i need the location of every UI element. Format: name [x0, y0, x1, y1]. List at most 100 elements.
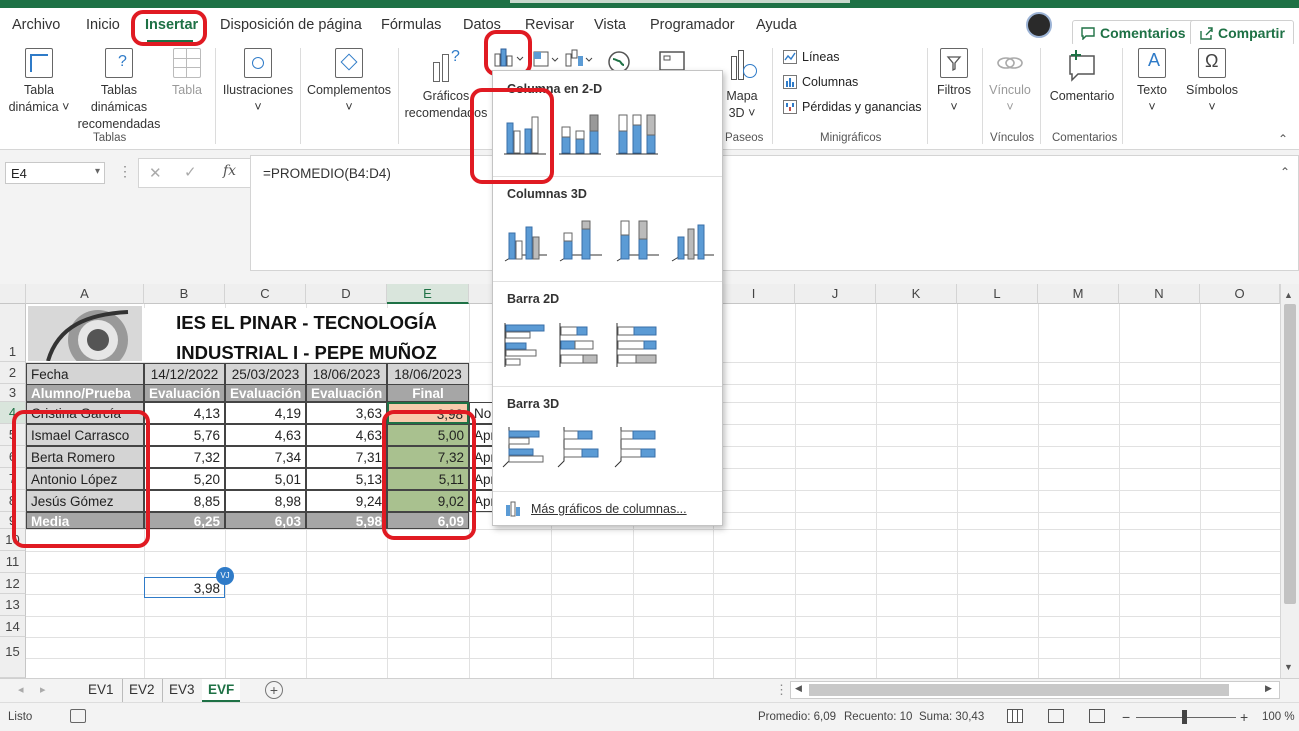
avatar[interactable]	[1026, 12, 1052, 38]
page-layout-icon[interactable]	[1048, 709, 1064, 723]
column-header[interactable]: A	[26, 284, 144, 304]
omega-icon: Ω	[1198, 48, 1226, 78]
3d-clustered-column-icon[interactable]	[501, 215, 549, 263]
3d-stacked-100-column-icon[interactable]	[613, 215, 661, 263]
cancel-icon[interactable]: ✕	[149, 164, 162, 182]
column-header[interactable]: O	[1200, 284, 1280, 304]
stacked-column-icon[interactable]	[556, 109, 604, 157]
tab-disposicion[interactable]: Disposición de página	[220, 17, 362, 33]
scroll-up-icon[interactable]: ▲	[1284, 290, 1293, 300]
tab-revisar[interactable]: Revisar	[525, 17, 574, 33]
clustered-bar-icon[interactable]	[501, 321, 549, 369]
3d-map-button[interactable]: Mapa 3D ˅	[722, 48, 762, 122]
formula-input[interactable]	[250, 155, 1299, 271]
sparkline-lines-button[interactable]: Líneas	[783, 50, 840, 64]
collapse-ribbon-icon[interactable]: ⌃	[1278, 132, 1288, 146]
add-sheet-icon[interactable]: +	[265, 681, 283, 699]
sparkline-winloss-button[interactable]: Pérdidas y ganancias	[783, 100, 922, 114]
3d-stacked-column-icon[interactable]	[556, 215, 604, 263]
table-button[interactable]: Tabla	[166, 48, 208, 99]
zoom-slider-thumb[interactable]	[1182, 710, 1187, 724]
page-break-icon[interactable]	[1089, 709, 1105, 723]
column-header[interactable]: N	[1119, 284, 1200, 304]
tab-vista[interactable]: Vista	[594, 17, 626, 33]
column-header[interactable]: C	[225, 284, 306, 304]
column-header[interactable]: J	[795, 284, 876, 304]
row-header[interactable]: 15	[0, 637, 26, 678]
maps-button[interactable]	[606, 50, 632, 73]
row-header[interactable]: 12	[0, 573, 26, 594]
next-sheet-icon[interactable]: ▸	[40, 683, 46, 696]
accessibility-icon[interactable]	[70, 709, 86, 723]
scroll-down-icon[interactable]: ▼	[1284, 662, 1293, 672]
column-header[interactable]: L	[957, 284, 1038, 304]
fecha-label: Fecha	[26, 363, 144, 386]
text-button[interactable]: A Texto ˅	[1130, 48, 1174, 116]
sheet-tab-ev3[interactable]: EV3	[162, 679, 201, 702]
stacked-100-bar-icon[interactable]	[613, 321, 661, 369]
enter-icon[interactable]: ✓	[184, 163, 197, 181]
prev-sheet-icon[interactable]: ◂	[18, 683, 24, 696]
comment-insert-button[interactable]: Comentario	[1046, 48, 1118, 105]
column-header[interactable]: I	[713, 284, 795, 304]
zoom-out-icon[interactable]: −	[1122, 709, 1130, 725]
recommended-pivot-button[interactable]: ? Tablas dinámicas recomendadas	[72, 48, 166, 133]
name-box[interactable]: E4 ▾	[5, 162, 105, 184]
column-header[interactable]: M	[1038, 284, 1119, 304]
hierarchy-chart-button[interactable]	[532, 48, 562, 70]
tab-ayuda[interactable]: Ayuda	[756, 17, 797, 33]
splitter-icon[interactable]: ⋮	[775, 682, 788, 698]
3d-stacked-bar-icon[interactable]	[556, 423, 604, 471]
column-header[interactable]: D	[306, 284, 387, 304]
row-header[interactable]: 11	[0, 551, 26, 573]
stacked-100-column-icon[interactable]	[613, 109, 661, 157]
row-header[interactable]: 14	[0, 616, 26, 637]
3d-column-icon[interactable]	[668, 215, 716, 263]
sheet-tab-evf[interactable]: EVF	[202, 679, 241, 702]
tab-archivo[interactable]: Archivo	[12, 17, 60, 33]
row-header[interactable]: 2	[0, 362, 26, 384]
collapse-formula-icon[interactable]: ⌃	[1280, 165, 1290, 179]
share-button[interactable]: Compartir	[1190, 20, 1294, 46]
stacked-bar-icon[interactable]	[556, 321, 604, 369]
column-header[interactable]: K	[876, 284, 957, 304]
insert-function-icon[interactable]: fx	[223, 163, 236, 179]
row-header[interactable]: 13	[0, 594, 26, 616]
zoom-in-icon[interactable]: +	[1240, 709, 1248, 725]
b11-cell[interactable]: 3,98	[144, 577, 225, 598]
sheet-tab-ev2[interactable]: EV2	[122, 679, 161, 702]
tab-inicio[interactable]: Inicio	[86, 17, 120, 33]
zoom-level[interactable]: 100 %	[1262, 711, 1295, 723]
row-header[interactable]: 3	[0, 384, 26, 402]
illustrations-button[interactable]: Ilustraciones ˅	[222, 48, 294, 116]
filters-button[interactable]: Filtros ˅	[932, 48, 976, 116]
addins-button[interactable]: Complementos ˅	[306, 48, 392, 116]
scroll-left-icon[interactable]: ◀	[795, 683, 802, 694]
column-header[interactable]: E	[387, 284, 469, 304]
symbols-button[interactable]: Ω Símbolos ˅	[1184, 48, 1240, 116]
status-ready: Listo	[8, 711, 33, 723]
select-all-corner[interactable]	[0, 284, 26, 304]
normal-view-icon[interactable]	[1007, 709, 1023, 723]
vertical-scrollbar[interactable]: ▲ ▼	[1280, 284, 1299, 678]
sparkline-columns-button[interactable]: Columnas	[783, 75, 858, 89]
grade-cell: 8,98	[225, 490, 306, 512]
3d-clustered-bar-icon[interactable]	[501, 423, 549, 471]
column-header[interactable]: B	[144, 284, 225, 304]
sheet-tab-ev1[interactable]: EV1	[82, 679, 120, 702]
tab-programador[interactable]: Programador	[650, 17, 735, 33]
staircase-logo	[28, 306, 142, 361]
comments-button[interactable]: Comentarios	[1072, 20, 1195, 46]
link-button[interactable]: Vínculo ˅	[986, 48, 1034, 116]
3d-stacked-100-bar-icon[interactable]	[613, 423, 661, 471]
more-column-charts-link[interactable]: Más gráficos de columnas...	[505, 501, 687, 517]
tab-formulas[interactable]: Fórmulas	[381, 17, 441, 33]
scroll-thumb[interactable]	[1284, 304, 1296, 604]
horizontal-scrollbar[interactable]: ◀ ▶	[790, 681, 1280, 699]
pivot-table-button[interactable]: Tabla dinámica ˅	[6, 48, 72, 116]
header-cell: Alumno/Prueba	[26, 384, 144, 402]
row-header[interactable]: 1	[0, 304, 26, 362]
scroll-right-icon[interactable]: ▶	[1265, 683, 1272, 694]
waterfall-chart-button[interactable]	[564, 48, 594, 70]
h-scroll-thumb[interactable]	[809, 684, 1229, 696]
